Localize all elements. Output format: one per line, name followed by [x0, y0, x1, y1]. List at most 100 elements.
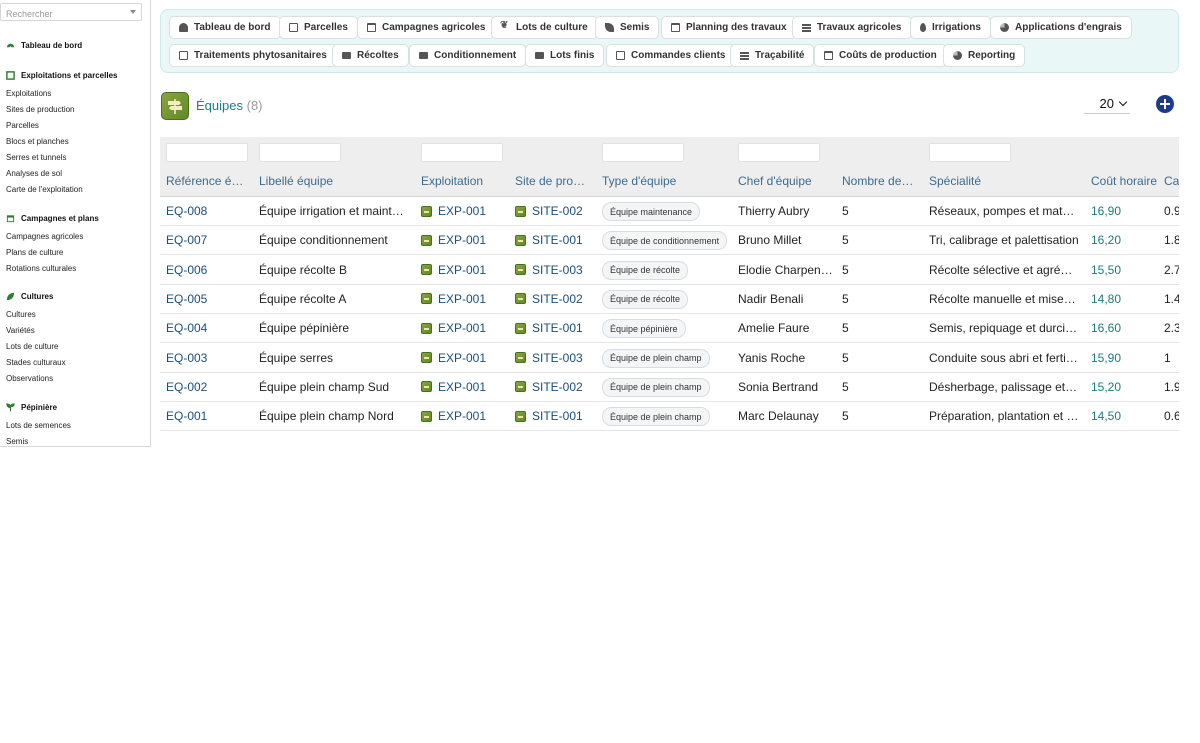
exploitation-link[interactable]: EXP-001	[438, 292, 486, 306]
exploitation-link[interactable]: EXP-001	[438, 351, 486, 365]
site-link[interactable]: SITE-001	[532, 321, 583, 335]
cell-site[interactable]: SITE-002	[515, 204, 595, 218]
column-header-cout[interactable]: Coût horaire	[1091, 174, 1161, 188]
exploitation-link[interactable]: EXP-001	[438, 204, 486, 218]
sidebar-item-plans[interactable]: Plans de culture	[6, 248, 63, 257]
nav-button-irrigations[interactable]: Irrigations	[910, 16, 991, 39]
exploitation-link[interactable]: EXP-001	[438, 321, 486, 335]
sidebar-item-serres[interactable]: Serres et tunnels	[6, 153, 66, 162]
cell-exploitation[interactable]: EXP-001	[421, 263, 507, 277]
sidebar-item-analyses[interactable]: Analyses de sol	[6, 169, 62, 178]
exploitation-link[interactable]: EXP-001	[438, 380, 486, 394]
sidebar-item-lots-semences[interactable]: Lots de semences	[6, 421, 71, 430]
cell-exploitation[interactable]: EXP-001	[421, 409, 507, 423]
nav-button-lots-culture[interactable]: Lots de culture	[491, 16, 598, 39]
column-header-exploitation[interactable]: Exploitation	[421, 174, 507, 188]
site-link[interactable]: SITE-003	[532, 351, 583, 365]
nav-button-reporting[interactable]: Reporting	[943, 44, 1026, 67]
sidebar-item-varietes[interactable]: Variétés	[6, 326, 35, 335]
table-row[interactable]: EQ-006 Équipe récolte B EXP-001 SITE-003 Équ…	[160, 256, 1179, 285]
column-header-libelle[interactable]: Libellé équipe	[259, 174, 409, 188]
table-row[interactable]: EQ-002 Équipe plein champ Sud EXP-001 SITE-…	[160, 373, 1179, 402]
filter-input-type[interactable]	[602, 143, 684, 162]
nav-button-phyto[interactable]: Traitements phytosanitaires	[169, 44, 337, 67]
cell-exploitation[interactable]: EXP-001	[421, 321, 507, 335]
table-row[interactable]: EQ-008 Équipe irrigation et maintenance EX…	[160, 197, 1179, 226]
site-link[interactable]: SITE-001	[532, 233, 583, 247]
cell-site[interactable]: SITE-003	[515, 263, 595, 277]
cell-site[interactable]: SITE-002	[515, 292, 595, 306]
cell-site[interactable]: SITE-001	[515, 409, 595, 423]
site-link[interactable]: SITE-002	[532, 204, 583, 218]
sidebar-section-campagnes[interactable]: Campagnes et plans	[6, 214, 99, 223]
cell-exploitation[interactable]: EXP-001	[421, 204, 507, 218]
sidebar-item-lots-culture[interactable]: Lots de culture	[6, 342, 58, 351]
nav-button-travaux[interactable]: Travaux agricoles	[792, 16, 912, 39]
sidebar-item-sites[interactable]: Sites de production	[6, 105, 75, 114]
cell-reference[interactable]: EQ-006	[166, 263, 246, 277]
table-row[interactable]: EQ-001 Équipe plein champ Nord EXP-001 SITE…	[160, 402, 1179, 432]
sidebar-item-stades[interactable]: Stades culturaux	[6, 358, 66, 367]
sidebar-item-semis[interactable]: Semis	[6, 437, 28, 446]
site-link[interactable]: SITE-003	[532, 263, 583, 277]
filter-input-exploitation[interactable]	[421, 143, 503, 162]
cell-exploitation[interactable]: EXP-001	[421, 233, 507, 247]
sidebar-item-cultures[interactable]: Cultures	[6, 310, 36, 319]
nav-button-conditionnement[interactable]: Conditionnement	[409, 44, 527, 67]
cell-site[interactable]: SITE-002	[515, 380, 595, 394]
table-row[interactable]: EQ-003 Équipe serres EXP-001 SITE-003 Équipe…	[160, 344, 1179, 373]
nav-button-tableau-de-bord[interactable]: Tableau de bord	[169, 16, 281, 39]
cell-reference[interactable]: EQ-008	[166, 204, 246, 218]
exploitation-link[interactable]: EXP-001	[438, 263, 486, 277]
nav-button-campagnes[interactable]: Campagnes agricoles	[357, 16, 496, 39]
search-input[interactable]	[1, 6, 121, 22]
nav-button-lots-finis[interactable]: Lots finis	[525, 44, 605, 67]
sidebar-item-observations[interactable]: Observations	[6, 374, 53, 383]
filter-input-libelle[interactable]	[259, 143, 341, 162]
add-record-button[interactable]	[1156, 95, 1174, 113]
cell-site[interactable]: SITE-001	[515, 321, 595, 335]
sidebar-section-dashboard[interactable]: Tableau de bord	[6, 41, 82, 50]
sidebar-item-rotations[interactable]: Rotations culturales	[6, 264, 76, 273]
cell-reference[interactable]: EQ-004	[166, 321, 246, 335]
nav-button-engrais[interactable]: Applications d'engrais	[990, 16, 1132, 39]
sidebar-section-exploitations[interactable]: Exploitations et parcelles	[6, 71, 117, 80]
sidebar-section-pepiniere[interactable]: Pépinière	[6, 403, 57, 412]
cell-site[interactable]: SITE-003	[515, 351, 595, 365]
column-header-nombre[interactable]: Nombre de membres	[842, 174, 914, 188]
column-header-site[interactable]: Site de production	[515, 174, 590, 188]
sidebar-section-cultures[interactable]: Cultures	[6, 292, 53, 301]
nav-button-planning[interactable]: Planning des travaux	[661, 16, 797, 39]
cell-exploitation[interactable]: EXP-001	[421, 292, 507, 306]
search-select[interactable]	[0, 3, 142, 22]
exploitation-link[interactable]: EXP-001	[438, 233, 486, 247]
cell-reference[interactable]: EQ-003	[166, 351, 246, 365]
nav-button-tracabilite[interactable]: Traçabilité	[730, 44, 815, 67]
nav-button-commandes[interactable]: Commandes clients	[606, 44, 736, 67]
cell-reference[interactable]: EQ-007	[166, 233, 246, 247]
sidebar-item-blocs[interactable]: Blocs et planches	[6, 137, 69, 146]
sidebar-item-campagnes[interactable]: Campagnes agricoles	[6, 232, 83, 241]
sidebar-item-exploitations[interactable]: Exploitations	[6, 89, 51, 98]
nav-button-semis[interactable]: Semis	[595, 16, 660, 39]
page-size-select[interactable]: 20	[1084, 94, 1130, 114]
column-header-specialite[interactable]: Spécialité	[929, 174, 1081, 188]
cell-exploitation[interactable]: EXP-001	[421, 351, 507, 365]
column-header-reference[interactable]: Référence équipe	[166, 174, 246, 188]
filter-input-chef[interactable]	[738, 143, 820, 162]
site-link[interactable]: SITE-002	[532, 380, 583, 394]
cell-reference[interactable]: EQ-001	[166, 409, 246, 423]
cell-reference[interactable]: EQ-005	[166, 292, 246, 306]
cell-site[interactable]: SITE-001	[515, 233, 595, 247]
exploitation-link[interactable]: EXP-001	[438, 409, 486, 423]
column-header-type[interactable]: Type d'équipe	[602, 174, 732, 188]
filter-input-specialite[interactable]	[929, 143, 1011, 162]
column-header-extra[interactable]: Ca	[1164, 174, 1179, 188]
cell-exploitation[interactable]: EXP-001	[421, 380, 507, 394]
cell-reference[interactable]: EQ-002	[166, 380, 246, 394]
sidebar-item-carte[interactable]: Carte de l'exploitation	[6, 185, 83, 194]
table-row[interactable]: EQ-005 Équipe récolte A EXP-001 SITE-002 Équ…	[160, 285, 1179, 314]
chevron-down-icon[interactable]	[130, 10, 136, 14]
filter-input-reference[interactable]	[166, 143, 248, 162]
column-header-chef[interactable]: Chef d'équipe	[738, 174, 836, 188]
